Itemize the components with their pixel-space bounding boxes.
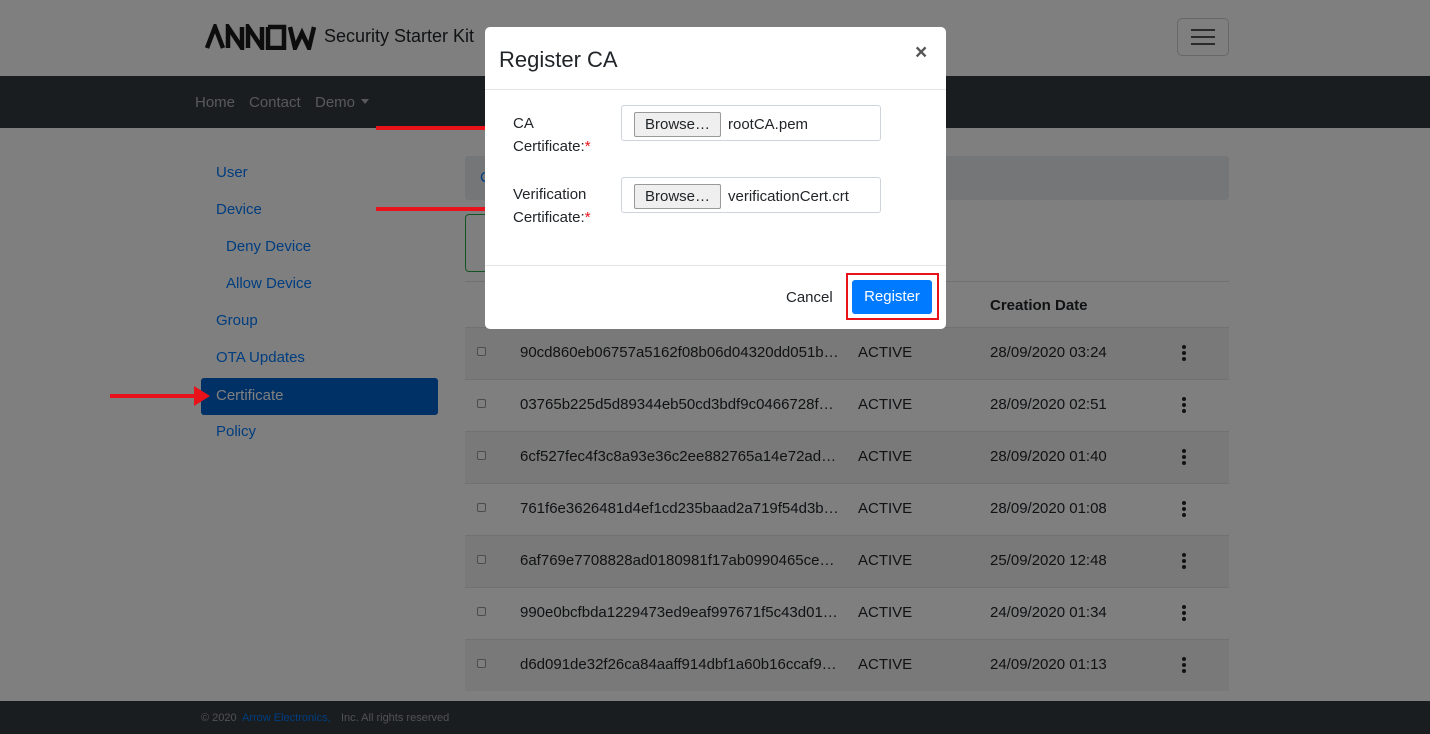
annotation-arrow-icon xyxy=(376,199,502,219)
annotation-arrow-icon xyxy=(110,386,210,406)
register-ca-modal: Register CA × CA Certificate:* Browse… r… xyxy=(485,27,946,329)
ca-certificate-label-text: CA Certificate: xyxy=(513,115,585,155)
modal-title: Register CA xyxy=(499,47,618,72)
required-marker: * xyxy=(584,138,591,155)
verification-certificate-label: Verification Certificate:* xyxy=(513,183,613,229)
required-marker: * xyxy=(584,209,591,226)
verification-browse-button[interactable]: Browse… xyxy=(634,184,722,209)
modal-footer-divider xyxy=(485,265,946,266)
ca-certificate-label: CA Certificate:* xyxy=(513,112,613,158)
modal-header-divider xyxy=(485,89,946,90)
verification-certificate-label-text: Verification Certificate: xyxy=(513,186,587,226)
annotation-arrow-icon xyxy=(376,118,502,138)
verification-file-name: verificationCert.crt xyxy=(728,188,849,205)
cancel-button[interactable]: Cancel xyxy=(786,289,833,306)
register-button[interactable]: Register xyxy=(852,280,932,314)
verification-certificate-file-input[interactable]: Browse… verificationCert.crt xyxy=(621,177,881,213)
close-icon[interactable]: × xyxy=(915,41,927,65)
ca-browse-button[interactable]: Browse… xyxy=(634,112,722,137)
ca-file-name: rootCA.pem xyxy=(728,116,809,133)
ca-certificate-file-input[interactable]: Browse… rootCA.pem xyxy=(621,105,881,141)
